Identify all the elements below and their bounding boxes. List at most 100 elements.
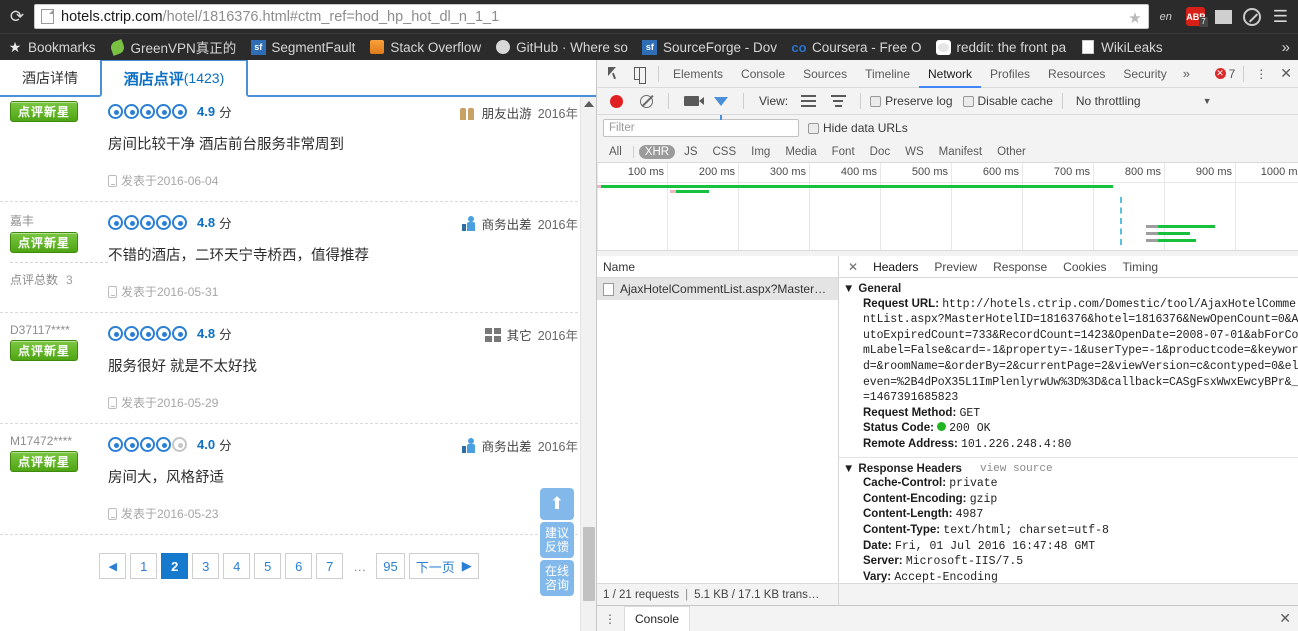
page-button-5[interactable]: 5 (254, 553, 282, 579)
devtools-tab-resources[interactable]: Resources (1039, 60, 1114, 88)
bookmark-item-greenvpn[interactable]: GreenVPN真正的 (103, 34, 244, 60)
devtools-more-tabs-icon[interactable]: » (1176, 66, 1197, 81)
page-button-2[interactable]: 2 (161, 553, 189, 579)
address-bar[interactable]: hotels.ctrip.com/hotel/1816376.html#ctm_… (34, 4, 1149, 29)
preserve-log-checkbox[interactable]: Preserve log (870, 94, 953, 108)
request-detail-pane: ✕ Headers Preview Response Cookies Timin… (839, 256, 1298, 583)
tab-hotel-reviews[interactable]: 酒店点评 (1423) (100, 60, 248, 97)
bookmark-item-segmentfault[interactable]: sf SegmentFault (243, 34, 362, 60)
view-source-link[interactable]: view source (980, 462, 1053, 477)
type-filter-other[interactable]: Other (991, 145, 1032, 159)
type-filter-xhr[interactable]: XHR (638, 144, 676, 159)
general-section-title[interactable]: ▼ General (839, 282, 1298, 297)
detail-tab-timing[interactable]: Timing (1116, 256, 1166, 278)
devtools-menu-icon[interactable]: ⋮ (1249, 67, 1274, 81)
throttling-dropdown[interactable]: No throttling ▼ (1076, 94, 1212, 108)
type-filter-css[interactable]: CSS (706, 145, 742, 159)
bookmark-item-stackoverflow[interactable]: Stack Overflow (362, 34, 488, 60)
detail-tab-response[interactable]: Response (986, 256, 1054, 278)
grey-extension-icon[interactable] (1211, 4, 1237, 29)
devtools-tab-security[interactable]: Security (1114, 60, 1175, 88)
page-button-7[interactable]: 7 (316, 553, 344, 579)
request-list-header[interactable]: Name (597, 256, 838, 278)
devtools-tab-elements[interactable]: Elements (664, 60, 732, 88)
next-label: 下一页 (415, 559, 455, 575)
bookmark-item-wikileaks[interactable]: WikiLeaks (1073, 34, 1170, 60)
bookmark-star-icon[interactable]: ★ (1128, 9, 1141, 27)
devtools-drawer: ⋮ Console ✕ (597, 605, 1298, 631)
detail-tab-cookies[interactable]: Cookies (1056, 256, 1113, 278)
transferred-size: 5.1 KB / 17.1 KB trans… (694, 588, 820, 601)
web-page-content: 酒店详情 酒店点评 (1423) 点评新星 4.9 分 朋友出游 2016年 房… (0, 60, 596, 631)
page-button-last[interactable]: 95 (376, 553, 405, 579)
page-button-3[interactable]: 3 (192, 553, 220, 579)
bookmark-item-sourceforge[interactable]: sf SourceForge - Dov (635, 34, 784, 60)
disable-cache-checkbox[interactable]: Disable cache (962, 94, 1053, 108)
record-button[interactable] (603, 88, 629, 114)
type-filter-font[interactable]: Font (826, 145, 861, 159)
bookmark-item-github[interactable]: GitHub · Where so (488, 34, 635, 60)
list-view-icon[interactable] (795, 88, 821, 114)
drawer-menu-icon[interactable]: ⋮ (597, 612, 624, 626)
detail-tab-preview[interactable]: Preview (927, 256, 984, 278)
waterfall-view-icon[interactable] (825, 88, 851, 114)
page-button-4[interactable]: 4 (223, 553, 251, 579)
devtools-tab-timeline[interactable]: Timeline (856, 60, 919, 88)
status-ok-icon (937, 422, 947, 432)
waterfall-tick: 500 ms (911, 166, 948, 178)
page-next-button[interactable]: 下一页 ▶ (408, 553, 479, 579)
devtools-tab-profiles[interactable]: Profiles (981, 60, 1039, 88)
circle-extension-icon[interactable] (1239, 4, 1265, 29)
reload-icon[interactable]: ⟳ (0, 0, 34, 33)
drawer-close-icon[interactable]: ✕ (1271, 610, 1298, 627)
error-count-indicator[interactable]: ✕ 7 (1214, 67, 1239, 81)
type-filter-img[interactable]: Img (745, 145, 776, 159)
page-button-6[interactable]: 6 (285, 553, 313, 579)
back-to-top-button[interactable]: ⬆ (540, 488, 574, 520)
page-scrollbar[interactable] (580, 97, 596, 631)
page-info-icon[interactable] (41, 9, 54, 24)
type-filter-js[interactable]: JS (678, 145, 703, 159)
devtools-tab-network[interactable]: Network (919, 60, 982, 88)
devtools-tab-console[interactable]: Console (732, 60, 794, 88)
feedback-button[interactable]: 建议 反馈 (540, 522, 574, 558)
bookmark-item-bookmarks[interactable]: ★ Bookmarks (0, 34, 103, 60)
header-row: Vary: Accept-Encoding (839, 570, 1298, 583)
filter-toggle-icon[interactable] (708, 88, 734, 120)
device-toolbar-icon[interactable] (627, 61, 653, 87)
type-filter-media[interactable]: Media (779, 145, 822, 159)
type-filter-doc[interactable]: Doc (864, 145, 896, 159)
close-detail-icon[interactable]: ✕ (842, 260, 864, 274)
devtools-tab-sources[interactable]: Sources (794, 60, 856, 88)
detail-tab-headers[interactable]: Headers (866, 256, 925, 278)
online-consult-button[interactable]: 在线 咨询 (540, 560, 574, 596)
type-filter-manifest[interactable]: Manifest (933, 145, 988, 159)
scrollbar-thumb[interactable] (583, 527, 595, 601)
clear-button[interactable] (633, 88, 659, 114)
page-prev-button[interactable]: ◀ (99, 553, 127, 579)
network-waterfall-overview[interactable]: 100 ms 200 ms 300 ms 400 ms 500 ms 600 m… (597, 163, 1298, 251)
chrome-menu-icon[interactable]: ☰ (1267, 7, 1294, 27)
filter-input[interactable]: Filter (603, 119, 799, 137)
bookmarks-overflow-icon[interactable]: » (1274, 39, 1298, 56)
bookmark-item-coursera[interactable]: co Coursera - Free O (784, 34, 929, 60)
inspect-element-icon[interactable] (601, 61, 627, 87)
response-headers-section-title[interactable]: ▼ Response Headers view source (839, 462, 1298, 477)
adblock-plus-icon[interactable]: ABP 7 (1183, 4, 1209, 29)
capture-screenshots-icon[interactable] (678, 88, 704, 114)
type-filter-all[interactable]: All (603, 145, 628, 159)
hide-data-urls-checkbox[interactable]: Hide data URLs (808, 121, 908, 135)
bookmark-item-reddit[interactable]: reddit: the front pa (929, 34, 1074, 60)
devtools-close-icon[interactable]: ✕ (1274, 65, 1298, 82)
type-filter-ws[interactable]: WS (899, 145, 930, 159)
request-row[interactable]: AjaxHotelCommentList.aspx?Master… (597, 278, 838, 300)
drawer-tab-console[interactable]: Console (624, 606, 691, 631)
segmentfault-icon: sf (250, 39, 266, 55)
translate-icon[interactable]: en (1151, 11, 1181, 23)
review-date-row: 发表于2016-05-31 (108, 283, 570, 300)
scroll-up-icon[interactable] (584, 101, 594, 107)
status-divider: | (685, 588, 689, 601)
header-key: Content-Encoding: (863, 492, 967, 505)
tab-hotel-detail[interactable]: 酒店详情 (0, 60, 101, 95)
page-button-1[interactable]: 1 (130, 553, 158, 579)
